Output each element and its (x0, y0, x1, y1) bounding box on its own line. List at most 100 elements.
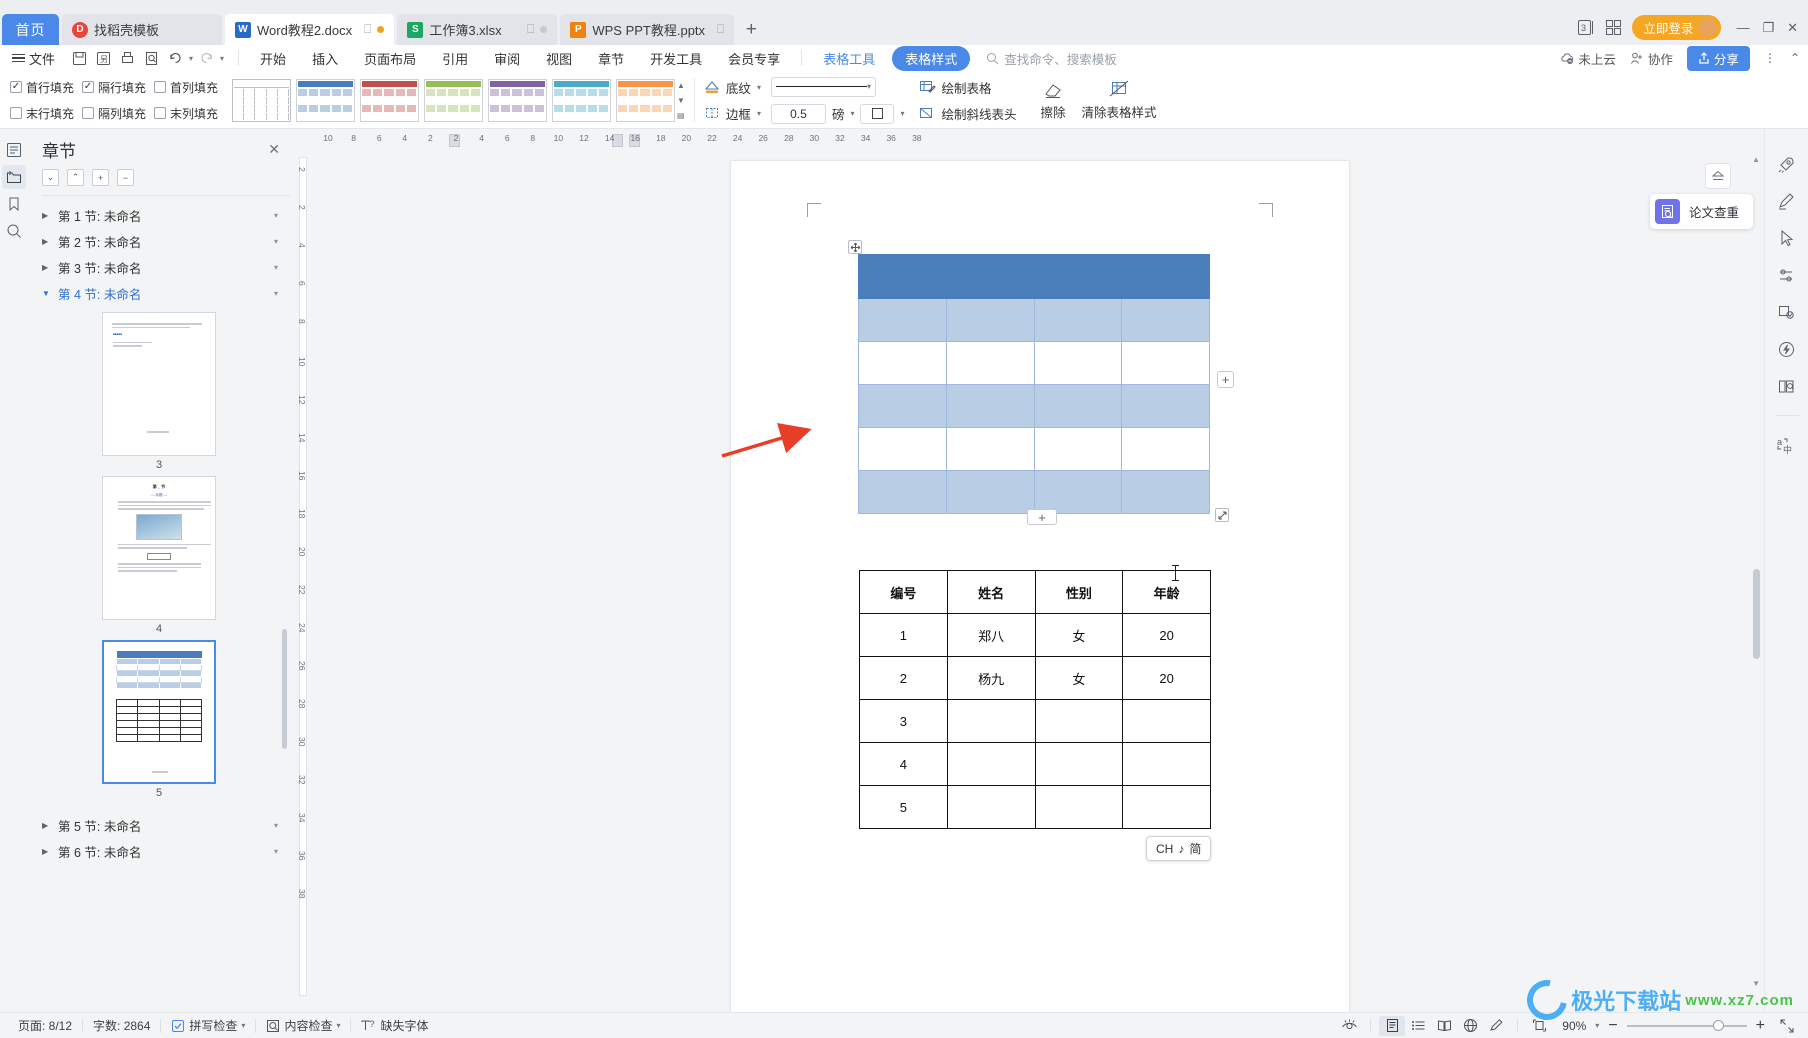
table-cell[interactable] (1122, 742, 1211, 786)
gallery-more-icon[interactable]: ▤ (677, 111, 685, 120)
table-row[interactable]: 4 (859, 742, 1211, 786)
styled-table-row[interactable] (858, 470, 1210, 514)
line-color-button[interactable] (860, 103, 895, 124)
styled-table-cell[interactable] (1033, 298, 1123, 342)
chevron-down-icon[interactable]: ▾ (867, 82, 871, 91)
tab-view[interactable]: 视图 (533, 45, 585, 72)
styled-table-cell[interactable] (1033, 384, 1123, 428)
styled-table-cell[interactable] (858, 427, 947, 471)
zoom-slider[interactable] (1626, 1019, 1747, 1031)
styled-table-cell[interactable] (1121, 254, 1210, 299)
chevron-down-icon[interactable]: ▾ (241, 1021, 245, 1030)
styled-table-cell[interactable] (1121, 298, 1210, 342)
document-scrollbar-thumb[interactable] (1753, 569, 1760, 659)
web-view-icon[interactable] (1457, 1016, 1483, 1036)
document-page[interactable]: + + 编号 姓名 性别 年龄 1 郑八女 20 2 杨九女 20 3 4 5 CH ♪ 简 (721, 161, 1349, 1012)
gallery-scroll-controls[interactable]: ▲ ▼ ▤ (677, 81, 685, 120)
scroll-up-icon[interactable]: ▲ (1752, 155, 1760, 164)
home-tab[interactable]: 首页 (2, 14, 59, 45)
add-column-button[interactable]: + (1217, 371, 1234, 388)
table-cell[interactable]: 杨九 (946, 656, 1036, 700)
table-move-handle[interactable] (848, 240, 862, 254)
chevron-up-icon[interactable]: ⌃ (1790, 51, 1800, 65)
line-style-preview[interactable]: ▾ (770, 76, 876, 97)
table-cell[interactable]: 郑八 (946, 613, 1036, 657)
new-tab-button[interactable]: + (734, 14, 768, 45)
gallery-down-icon[interactable]: ▼ (677, 96, 685, 105)
command-search[interactable]: 查找命令、搜索模板 (986, 49, 1117, 68)
add-section-icon[interactable]: + (92, 169, 109, 186)
zoom-slider-knob[interactable] (1712, 1019, 1724, 1031)
checkbox-first-column-fill[interactable]: 首列填充 (154, 79, 220, 96)
section-item-4[interactable]: ▼ 第 4 节: 未命名 ▾ (28, 280, 290, 306)
eraser-button[interactable]: 擦除 (1033, 80, 1074, 121)
cursor-icon[interactable] (1774, 227, 1800, 249)
checkbox-banded-columns-fill[interactable]: 隔列填充 (82, 105, 148, 122)
table-style-red-banded[interactable] (360, 78, 419, 122)
zoom-out-button[interactable]: − (1608, 1017, 1617, 1035)
table-style-green-banded[interactable] (424, 78, 483, 122)
section-item-6[interactable]: ▶ 第 6 节: 未命名 ▾ (28, 838, 290, 864)
styled-table-cell[interactable] (945, 427, 1035, 471)
styled-table-cell[interactable] (1033, 470, 1123, 514)
styled-table-cell[interactable] (858, 298, 947, 342)
styled-table-cell[interactable] (858, 470, 947, 514)
styled-table-row[interactable] (858, 254, 1210, 299)
table-header-cell[interactable]: 年龄 (1122, 570, 1211, 614)
save-icon[interactable] (69, 48, 90, 69)
checkbox-last-column-fill[interactable]: 末列填充 (154, 105, 220, 122)
tab-screen-icon[interactable]: ⎕ (527, 22, 534, 37)
customize-toolbar-icon[interactable]: ▾ (220, 54, 224, 63)
table-cell[interactable] (946, 742, 1036, 786)
tab-table-tools[interactable]: 表格工具 (810, 45, 888, 72)
tab-daoke-template[interactable]: D 找稻壳模板 (62, 14, 222, 45)
table-row[interactable]: 3 (859, 699, 1211, 743)
table-cell[interactable] (946, 699, 1036, 743)
table-cell[interactable]: 5 (859, 785, 948, 829)
search-panel-icon[interactable] (2, 219, 26, 243)
chevron-down-icon[interactable]: ▾ (757, 109, 761, 118)
section-item-2[interactable]: ▶ 第 2 节: 未命名 ▾ (28, 228, 290, 254)
styled-table-cell[interactable] (945, 254, 1035, 299)
table-cell[interactable]: 女 (1034, 656, 1124, 700)
chevron-down-icon[interactable]: ▾ (850, 109, 854, 118)
read-view-icon[interactable] (1431, 1016, 1457, 1036)
chevron-down-icon[interactable]: ▾ (900, 109, 904, 118)
document-scrollbar[interactable]: ▲ ▼ (1751, 149, 1762, 1012)
table-style-blue-banded[interactable] (296, 78, 355, 122)
page-thumbnail[interactable]: ■■■■■ (102, 312, 216, 456)
styled-table-row[interactable] (858, 341, 1210, 385)
tab-insert[interactable]: 插入 (299, 45, 351, 72)
line-width-input[interactable]: 0.5 (770, 103, 826, 124)
sections-panel-icon[interactable] (2, 165, 26, 189)
fit-page-icon[interactable] (1526, 1016, 1552, 1036)
table-cell[interactable] (1034, 699, 1124, 743)
settings-slider-icon[interactable] (1774, 264, 1800, 286)
zoom-in-button[interactable]: + (1756, 1017, 1765, 1035)
table-cell[interactable]: 4 (859, 742, 948, 786)
table-cell[interactable]: 20 (1122, 656, 1211, 700)
tab-member-exclusive[interactable]: 会员专享 (715, 45, 793, 72)
close-icon[interactable]: ✕ (268, 141, 280, 158)
cloud-status-button[interactable]: 未上云 (1560, 49, 1616, 68)
page-thumbnail[interactable]: 第 _ 节 — 标题 — (102, 476, 216, 620)
edit-view-icon[interactable] (1483, 1016, 1509, 1036)
print-icon[interactable] (117, 48, 138, 69)
section-item-3[interactable]: ▶ 第 3 节: 未命名 ▾ (28, 254, 290, 280)
styled-table-cell[interactable] (1121, 384, 1210, 428)
table-style-purple-banded[interactable] (488, 78, 547, 122)
styled-table-row[interactable] (858, 427, 1210, 471)
eye-icon[interactable] (1336, 1016, 1362, 1036)
lightning-shield-icon[interactable] (1774, 338, 1800, 360)
table-header-cell[interactable]: 姓名 (946, 570, 1036, 614)
horizontal-ruler[interactable]: 10 8 6 4 2 2 4 6 8 10 12 14 16 18 20 22 24 26 28 30 32 34 36 38 (316, 129, 1764, 149)
table-row[interactable]: 1 郑八女 20 (859, 613, 1211, 657)
section-menu-icon[interactable]: ▾ (274, 821, 278, 830)
section-menu-icon[interactable]: ▾ (274, 263, 278, 272)
thumbnail-item[interactable]: ■■■■■ 3 (102, 312, 216, 471)
screenshot-icon[interactable] (1774, 301, 1800, 323)
section-menu-icon[interactable]: ▾ (274, 289, 278, 298)
chevron-down-icon[interactable]: ▾ (1595, 1021, 1599, 1030)
table-style-plain-grid[interactable] (232, 78, 291, 122)
styled-table-cell[interactable] (1033, 427, 1123, 471)
